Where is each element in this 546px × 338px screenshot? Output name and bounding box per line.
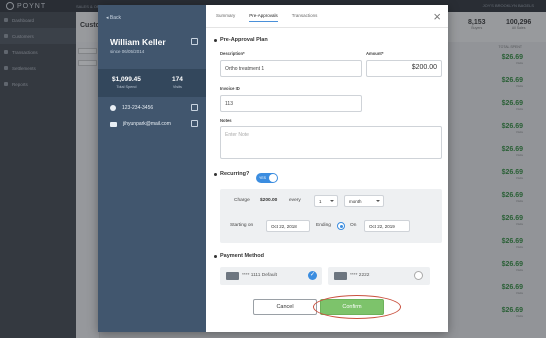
tab-summary[interactable]: Summary: [216, 13, 235, 22]
chevron-down-icon: [376, 200, 380, 202]
toggle-knob: [269, 174, 277, 182]
customer-name: William Keller: [110, 37, 166, 47]
notes-label: Notes: [220, 118, 232, 123]
description-field[interactable]: Ortho treatment 1: [220, 60, 362, 77]
description-label: Description*: [220, 51, 245, 56]
check-icon: ✓: [308, 271, 317, 280]
card-number: **** 2222: [350, 273, 370, 278]
select-card-radio: [414, 271, 423, 280]
recurring-settings: Charge $200.00 every 1 month Starting on…: [220, 189, 442, 243]
every-label: every: [289, 198, 301, 203]
customer-stats: $1,099.45 Total Spend 174 Visits: [98, 69, 206, 97]
bullet-icon: [214, 38, 217, 42]
charge-amount: $200.00: [260, 198, 278, 203]
start-date-field[interactable]: Oct 22, 2018: [266, 220, 310, 232]
customer-since: since 06/05/2014: [110, 49, 145, 54]
customer-panel: ◂ Back William Keller since 06/05/2014 $…: [98, 5, 206, 332]
cancel-button[interactable]: Cancel: [253, 299, 317, 315]
section-pre-approval-plan: Pre-Approval Plan: [214, 37, 268, 43]
total-spend-stat: $1,099.45 Total Spend: [112, 76, 141, 89]
back-link[interactable]: ◂ Back: [106, 15, 121, 21]
total-spend-value: $1,099.45: [112, 76, 141, 83]
ending-label: Ending: [316, 223, 331, 228]
payment-card-2222[interactable]: **** 2222: [328, 267, 430, 285]
tab-bar: Summary Pre-Approvals Transactions: [216, 13, 317, 22]
total-spend-label: Total Spend: [116, 85, 137, 89]
payment-card-1111[interactable]: **** 1111 Default ✓: [220, 267, 322, 285]
ending-on-radio[interactable]: [337, 222, 345, 230]
invoice-label: Invoice ID: [220, 86, 240, 91]
email-text: jihyunpark@mail.com: [123, 121, 171, 127]
phone-icon: [110, 105, 116, 111]
every-count-select[interactable]: 1: [314, 195, 338, 207]
invoice-field[interactable]: 113: [220, 95, 362, 112]
amount-label: Amount*: [366, 51, 384, 56]
toggle-label: YES: [259, 175, 267, 180]
bullet-icon: [214, 172, 217, 176]
section-recurring: Recurring?: [214, 171, 249, 177]
credit-card-icon: [226, 272, 239, 280]
recurring-toggle[interactable]: YES: [256, 173, 278, 183]
edit-icon[interactable]: [191, 120, 198, 127]
period-select[interactable]: month: [344, 195, 384, 207]
edit-icon[interactable]: [191, 38, 198, 45]
every-count-value: 1: [319, 199, 322, 204]
pre-approval-modal: ◂ Back William Keller since 06/05/2014 $…: [98, 5, 448, 332]
tab-transactions[interactable]: Transactions: [292, 13, 318, 22]
divider: [206, 27, 448, 28]
end-date-field[interactable]: Oct 22, 2019: [364, 220, 410, 232]
tab-pre-approvals[interactable]: Pre-Approvals: [249, 13, 278, 22]
form-panel: Summary Pre-Approvals Transactions × Pre…: [206, 5, 448, 332]
on-label: On: [350, 223, 357, 228]
visits-value: 174: [172, 76, 183, 83]
highlight-ring: [313, 295, 401, 319]
section-title: Recurring?: [220, 171, 250, 177]
customer-email: jihyunpark@mail.com: [110, 121, 171, 127]
section-title: Pre-Approval Plan: [220, 37, 268, 43]
period-value: month: [349, 199, 362, 204]
bullet-icon: [214, 254, 217, 258]
card-number-text: **** 1111: [242, 273, 261, 278]
amount-field[interactable]: $200.00: [366, 60, 442, 77]
starting-label: Starting on: [230, 223, 254, 228]
edit-icon[interactable]: [191, 104, 198, 111]
section-payment-method: Payment Method: [214, 253, 264, 259]
charge-label: Charge: [234, 198, 250, 203]
credit-card-icon: [334, 272, 347, 280]
phone-text: 123-234-3456: [122, 105, 154, 111]
visits-label: Visits: [172, 85, 182, 89]
mail-icon: [110, 121, 117, 127]
visits-stat: 174 Visits: [172, 76, 183, 89]
customer-phone: 123-234-3456: [110, 105, 153, 111]
close-icon[interactable]: ×: [433, 10, 441, 23]
card-number: **** 1111 Default: [242, 273, 277, 278]
notes-field[interactable]: Enter Note: [220, 126, 442, 159]
card-default-tag: Default: [261, 273, 277, 278]
chevron-down-icon: [330, 200, 334, 202]
section-title: Payment Method: [220, 253, 265, 259]
